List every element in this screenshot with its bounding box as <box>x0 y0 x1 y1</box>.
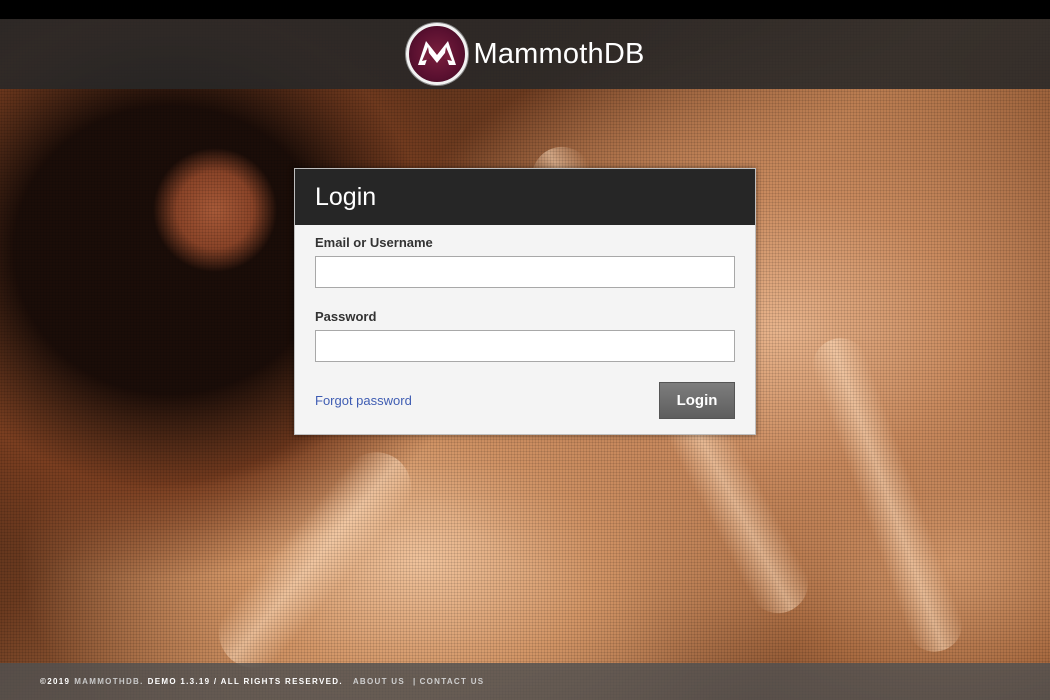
logo-mark <box>417 41 456 65</box>
form-actions: Forgot password Login <box>315 382 735 419</box>
email-label: Email or Username <box>315 235 433 250</box>
footer-copyright: ©2019 <box>40 677 71 686</box>
forgot-password-link[interactable]: Forgot password <box>315 393 412 408</box>
footer-brand: MAMMOTHDB. <box>74 677 144 686</box>
site-footer: ©2019 MAMMOTHDB. DEMO 1.3.19 / ALL RIGHT… <box>0 663 1050 700</box>
footer-separator: | <box>413 677 417 686</box>
login-form: Email or Username Password Forgot passwo… <box>295 225 755 419</box>
brand-name: MammothDB <box>473 37 645 70</box>
footer-version: DEMO 1.3.19 / ALL RIGHTS RESERVED. <box>147 677 343 686</box>
brand[interactable]: MammothDB <box>405 23 645 85</box>
login-button[interactable]: Login <box>659 382 735 419</box>
login-title: Login <box>315 182 377 211</box>
about-us-link[interactable]: ABOUT US <box>353 677 405 686</box>
login-panel-header: Login <box>295 169 755 225</box>
email-field[interactable] <box>315 256 735 288</box>
password-label: Password <box>315 309 377 324</box>
site-header: MammothDB <box>0 19 1050 89</box>
top-bar <box>0 0 1050 19</box>
contact-us-link[interactable]: CONTACT US <box>420 677 485 686</box>
login-panel: Login Email or Username Password Forgot … <box>294 168 756 435</box>
password-field[interactable] <box>315 330 735 362</box>
mammothdb-m-logo-icon <box>405 23 468 85</box>
